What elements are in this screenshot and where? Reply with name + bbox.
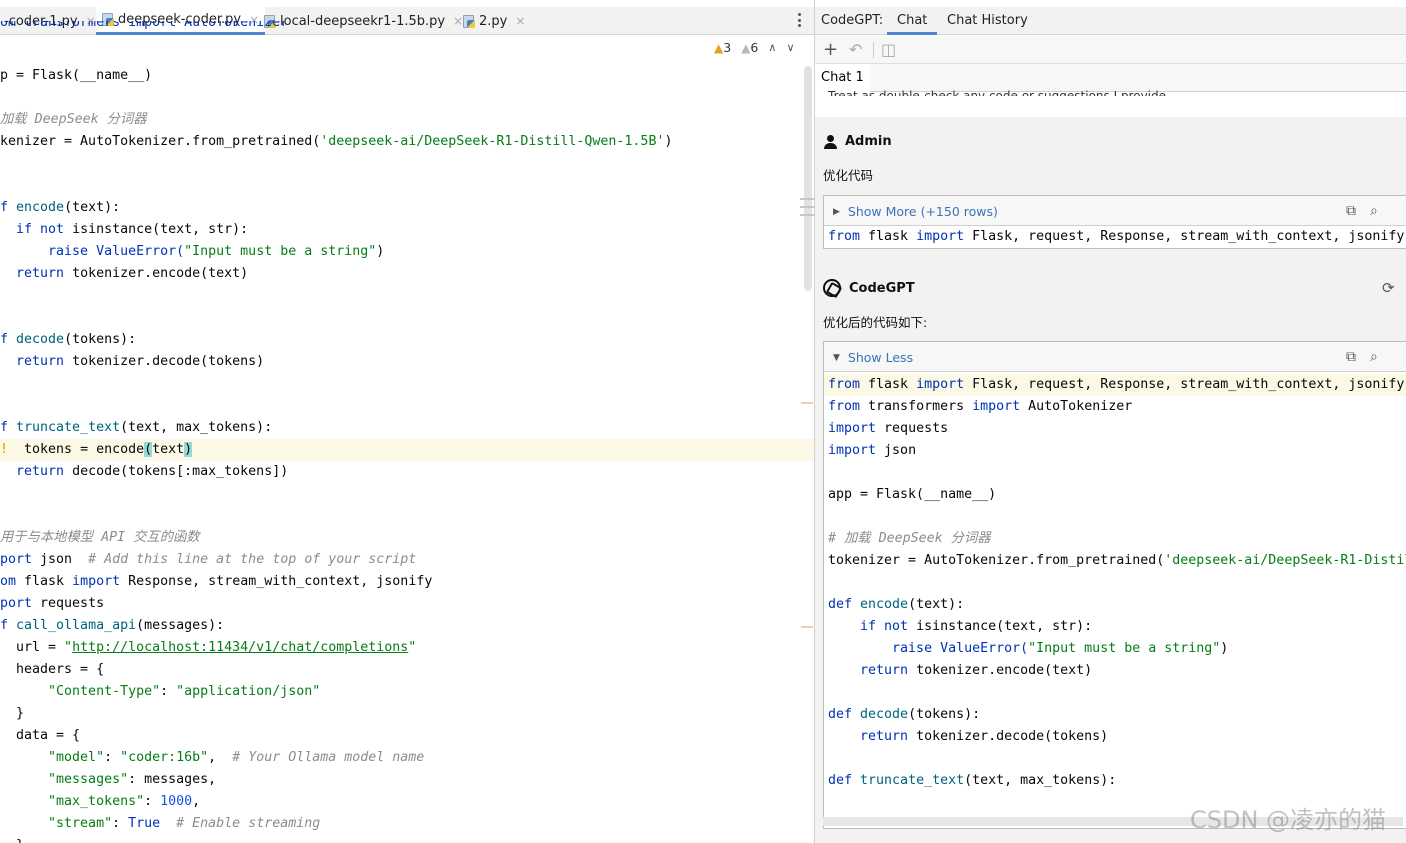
code-line-current: ! tokens = encode(text): [0, 439, 814, 461]
show-less-toggle[interactable]: ▼ Show Less: [833, 350, 913, 365]
previous-highlight-icon[interactable]: ∧: [768, 41, 776, 54]
regenerate-icon[interactable]: ⟳: [1382, 279, 1395, 297]
code-line: }: [0, 835, 814, 843]
code-line: from transformers import AutoTokenizer: [828, 399, 1133, 414]
code-line: return tokenizer.encode(text): [0, 266, 249, 281]
codegpt-panel: CodeGPT: Chat Chat History + ↶ ◫ Chat 1 …: [815, 0, 1406, 843]
code-line: def decode(tokens):: [828, 707, 981, 722]
author-name: CodeGPT: [849, 280, 915, 296]
message-text: 优化后的代码如下:: [823, 315, 928, 330]
code-line: raise ValueError("Input must be a string…: [0, 244, 385, 259]
code-line: 加载 DeepSeek 分词器: [0, 112, 147, 127]
code-line: return tokenizer.encode(text): [828, 663, 1093, 678]
code-block: ▼ Show Less ⧉ ⌕ from flask import Flask,…: [823, 341, 1406, 829]
warning-count: 3: [723, 40, 732, 55]
code-line: port requests: [0, 596, 105, 611]
code-line: headers = {: [0, 662, 105, 677]
panel-toolbar: + ↶ ◫: [815, 36, 1406, 64]
url-link[interactable]: http://localhost:11434/v1/chat/completio…: [72, 640, 408, 655]
copy-icon[interactable]: ⧉: [1346, 349, 1356, 365]
code-block-header: ▶ Show More (+150 rows) ⧉ ⌕: [824, 196, 1406, 226]
code-line: def truncate_text(text, max_tokens):: [828, 773, 1117, 788]
lightbulb-icon[interactable]: !: [0, 442, 8, 457]
code-line: om flask import Response, stream_with_co…: [0, 574, 433, 589]
codegpt-logo-icon: [823, 279, 841, 297]
code-line: "max_tokens": 1000,: [0, 794, 201, 809]
show-more-toggle[interactable]: ▶ Show More (+150 rows): [833, 204, 998, 219]
code-content[interactable]: from flask import Flask, request, Respon…: [824, 372, 1406, 792]
code-line: "stream": True # Enable streaming: [0, 816, 321, 831]
code-line: return tokenizer.decode(tokens): [828, 729, 1109, 744]
code-line: data = {: [0, 728, 81, 743]
panel-tab-bar: CodeGPT: Chat Chat History: [815, 7, 1406, 35]
watermark-text: CSDN @凌亦的猫: [1190, 806, 1387, 834]
tab-chat-history[interactable]: Chat History: [947, 7, 1028, 35]
code-line: app = Flask(__name__): [828, 487, 997, 502]
code-line: kenizer = AutoTokenizer.from_pretrained(…: [0, 134, 673, 149]
code-line: import requests: [828, 421, 949, 436]
assistant-message: CodeGPT ⟳ 优化后的代码如下: ▼ Show Less ⧉ ⌕ from…: [815, 265, 1406, 843]
code-line: return tokenizer.decode(tokens): [0, 354, 265, 369]
search-icon[interactable]: ⌕: [1370, 349, 1378, 365]
show-less-label: Show Less: [847, 350, 914, 365]
message-author: CodeGPT: [823, 279, 915, 297]
panel-title: CodeGPT:: [821, 13, 884, 28]
code-line: "messages": messages,: [0, 772, 217, 787]
author-name: Admin: [845, 134, 892, 149]
code-line: "Content-Type": "application/json": [0, 684, 321, 699]
collapse-arrow-icon: ▼: [833, 352, 840, 363]
code-lens-icon[interactable]: [800, 198, 814, 216]
code-line: f truncate_text(text, max_tokens):: [0, 420, 273, 435]
code-line: f encode(text):: [0, 200, 121, 215]
code-line: tokenizer = AutoTokenizer.from_pretraine…: [828, 553, 1406, 568]
code-line: import json: [828, 443, 917, 458]
error-stripe-mark[interactable]: [801, 626, 813, 628]
code-line: 用于与本地模型 API 交互的函数: [0, 530, 200, 545]
weak-warning-count: 6: [750, 40, 759, 55]
code-block: ▶ Show More (+150 rows) ⧉ ⌕ from flask i…: [823, 195, 1406, 249]
warning-icon: ▲: [714, 41, 724, 55]
copy-icon[interactable]: ⧉: [1346, 203, 1356, 219]
error-stripe-mark[interactable]: [801, 402, 813, 404]
code-line: from flask import Flask, request, Respon…: [824, 374, 1406, 396]
code-line: if not isinstance(text, str):: [0, 222, 249, 237]
code-block-header: ▼ Show Less ⧉ ⌕: [824, 342, 1406, 372]
tab-chat[interactable]: Chat: [887, 7, 938, 35]
code-line: p = Flask(__name__): [0, 68, 153, 83]
show-more-label: Show More (+150 rows): [847, 204, 998, 219]
previous-message-text: Treat as double-check any code or sugges…: [828, 89, 1170, 96]
message-text: 优化代码: [823, 168, 874, 183]
code-line: from flask import Flask, request, Respon…: [828, 229, 1405, 244]
code-line-cut: om transformers import AutoTokenizer: [0, 21, 289, 30]
code-line: }: [0, 706, 25, 721]
message-author: Admin: [823, 134, 892, 149]
undo-icon[interactable]: ↶: [849, 41, 862, 59]
search-icon[interactable]: ⌕: [1370, 203, 1378, 219]
code-line: raise ValueError("Input must be a string…: [828, 641, 1229, 656]
code-line: # 加载 DeepSeek 分词器: [828, 531, 991, 546]
code-line: f call_ollama_api(messages):: [0, 618, 225, 633]
layout-icon[interactable]: ◫: [881, 41, 896, 59]
code-line: def encode(text):: [828, 597, 965, 612]
user-avatar-icon: [823, 134, 837, 149]
add-chat-icon[interactable]: +: [823, 41, 838, 59]
user-message: Admin 优化代码 ▶ Show More (+150 rows) ⧉ ⌕ f…: [815, 117, 1406, 265]
code-line: port json # Add this line at the top of …: [0, 552, 417, 567]
code-line: return decode(tokens[:max_tokens]): [0, 464, 289, 479]
editor-scrollbar[interactable]: [804, 66, 812, 291]
code-line: f decode(tokens):: [0, 332, 137, 347]
code-line: "model": "coder:16b", # Your Ollama mode…: [0, 750, 425, 765]
code-line: url = "http://localhost:11434/v1/chat/co…: [0, 640, 417, 655]
next-highlight-icon[interactable]: ∨: [786, 41, 794, 54]
inspection-widget[interactable]: ▲3 ▲6 ∧ ∨: [714, 40, 795, 55]
code-editor[interactable]: -coder-1.py × deepseek-coder.py × local-…: [0, 0, 815, 843]
code-line: if not isinstance(text, str):: [828, 619, 1093, 634]
expand-arrow-icon: ▶: [833, 206, 840, 217]
